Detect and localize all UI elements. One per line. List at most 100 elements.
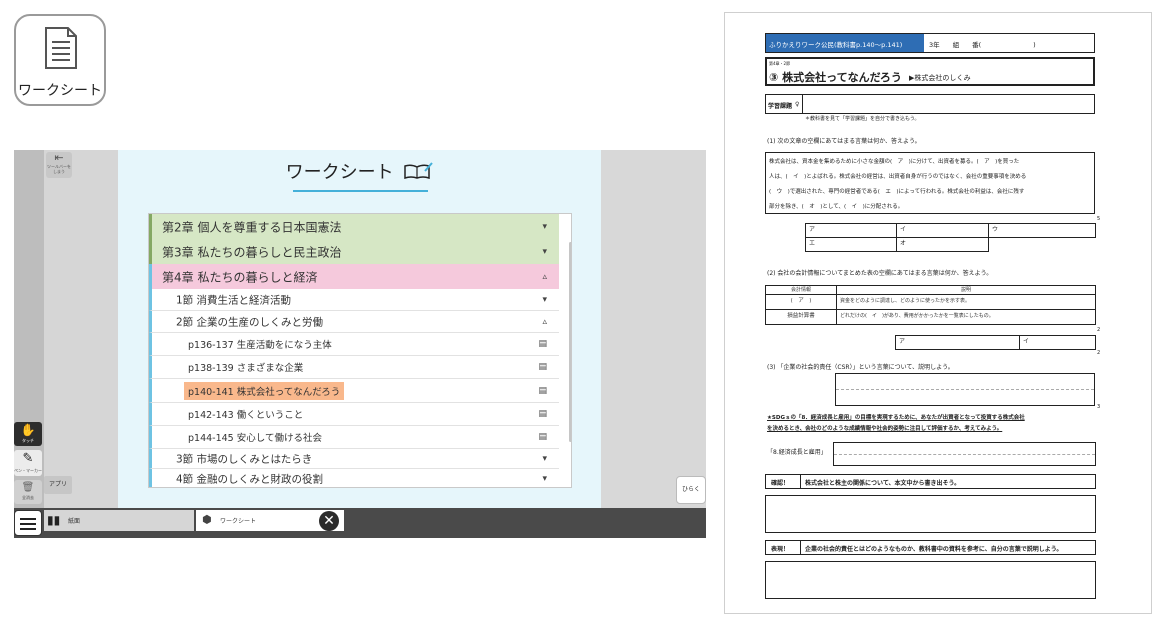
book-icon: ▮▮	[47, 513, 61, 527]
section-row[interactable]: 4節 金融のしくみと財政の役割 ▾	[149, 469, 559, 487]
chevron-down-icon: ▾	[542, 294, 547, 305]
q2-points: 2	[1097, 350, 1101, 356]
chevron-down-icon: ▾	[542, 474, 547, 484]
pen-icon: ✎	[22, 451, 34, 466]
express-answer-box[interactable]	[765, 561, 1096, 599]
sheet-title: ③ 株式会社ってなんだろう	[769, 71, 902, 84]
q3-prompt: (3) 「企業の社会的責任（CSR）」という言葉について、説明しよう。	[767, 364, 954, 371]
chapter-label: 第4章 私たちの暮らしと経済	[162, 270, 318, 284]
menu-button[interactable]	[14, 510, 42, 536]
section-label: 1節 消費生活と経済活動	[176, 294, 292, 306]
section-row[interactable]: 3節 市場のしくみとはたらき ▾	[149, 449, 559, 469]
menu-icon	[20, 518, 36, 520]
apps-button[interactable]: アプリ	[44, 476, 72, 494]
chevron-down-icon: ▾	[542, 246, 547, 257]
q1-points: 5	[1097, 216, 1101, 222]
q1-text-line: 部分を除き、( オ )として、( イ )に分配される。	[769, 204, 904, 210]
clear-all-button[interactable]: 🗑 全消去	[14, 480, 42, 504]
worksheet-icon: ▤	[538, 385, 547, 396]
q1-text-line: 人は、( イ )とよばれる。株式会社の経営は、出資者自身が行うのではなく、会社の…	[769, 174, 1027, 180]
sheet-subtitle: ▶株式会社のしくみ	[909, 74, 971, 82]
collapse-arrow-icon: ⇤	[54, 151, 64, 164]
tool-column	[44, 150, 118, 508]
q2-prompt: (2) 会社の会計情報についてまとめた表の空欄にあてはまる言葉は何か、答えよう。	[767, 270, 993, 277]
box-icon: ⬢	[202, 513, 212, 526]
document-icon	[45, 27, 77, 69]
chapter-row-selected[interactable]: 第4章 私たちの暮らしと経済 ▵	[149, 264, 559, 289]
worksheet-icon: ▤	[538, 362, 547, 372]
chapter-label: 第3章 私たちの暮らしと民主政治	[162, 245, 342, 259]
chevron-down-icon: ▾	[542, 453, 547, 464]
dashed-line	[836, 389, 1094, 390]
open-button[interactable]: ひらく	[676, 476, 706, 504]
table-cell: 資金をどのように調達し、どのように使ったかを示す表。	[836, 294, 1096, 310]
list-scrollbar[interactable]	[569, 242, 571, 442]
q2-points: 2	[1097, 327, 1101, 333]
sdgs-label: 「8.経済成長と雇用」	[767, 449, 827, 456]
touch-tool-button[interactable]: ✋ タッチ	[14, 422, 42, 446]
express-text: 企業の社会的責任とはどのようなものか、教科書中の資料を参考に、自分の言葉で説明し…	[805, 546, 1063, 553]
confirm-text: 株式会社と株主の関係について、本文中から書き出そう。	[805, 480, 961, 487]
table-cell: ( ア )	[765, 294, 837, 310]
q1-prompt: (1) 次の文章の空欄にあてはまる言葉は何か、答えよう。	[767, 138, 921, 145]
task-box	[765, 94, 1095, 114]
close-icon: ✕	[323, 513, 335, 529]
chevron-up-icon: ▵	[542, 316, 547, 327]
page-row[interactable]: p142-143 働くということ ▤	[149, 403, 559, 426]
answer-cell[interactable]: エ	[805, 237, 897, 252]
trash-icon: 🗑	[21, 482, 35, 493]
menu-icon-bar	[20, 523, 36, 525]
page-row-selected[interactable]: p140-141 株式会社ってなんだろう ▤	[149, 379, 559, 403]
confirm-answer-box[interactable]	[765, 495, 1096, 533]
pen-tool-label: ペン・マーカー	[14, 468, 42, 473]
tab-textbook[interactable]: ▮▮ 紙面	[44, 510, 194, 531]
chapter-list: 第2章 個人を尊重する日本国憲法 ▾ 第3章 私たちの暮らしと民主政治 ▾ 第4…	[148, 213, 572, 488]
task-label: 学習課題	[768, 103, 793, 110]
page-row[interactable]: p138-139 さまざまな企業 ▤	[149, 356, 559, 379]
sdgs-prompt: を決めるとき、会社のどのような成績情報や社会的姿勢に注目して評価するか、考えてみ…	[767, 426, 1003, 432]
title-underline	[293, 190, 428, 192]
answer-cell[interactable]: ウ	[988, 223, 1096, 238]
task-note: ＊教科書を見て「学習課題」を自分で書き込もう。	[805, 116, 920, 122]
section-row[interactable]: 2節 企業の生産のしくみと労働 ▵	[149, 311, 559, 333]
page-row[interactable]: p144-145 安心して働ける社会 ▤	[149, 426, 559, 449]
q3-points: 3	[1097, 404, 1101, 410]
chapter-row[interactable]: 第2章 個人を尊重する日本国憲法 ▾	[149, 214, 559, 239]
table-cell: どれだけの( イ )があり、費用がかかったかを一覧表にしたもの。	[836, 309, 1096, 325]
tab-textbook-label: 紙面	[68, 518, 81, 525]
page-label: p136-137 生産活動をになう主体	[188, 340, 332, 351]
page-label-highlighted: p140-141 株式会社ってなんだろう	[184, 381, 345, 400]
section-label: 4節 金融のしくみと財政の役割	[176, 473, 323, 486]
answer-cell[interactable]: イ	[896, 223, 989, 238]
worksheet-app-icon[interactable]: ワークシート	[14, 14, 106, 106]
page-label: p138-139 さまざまな企業	[188, 363, 304, 374]
section-row[interactable]: 1節 消費生活と経済活動 ▾	[149, 289, 559, 311]
confirm-label: 確認！	[771, 480, 790, 487]
close-tab-button[interactable]: ✕	[319, 511, 339, 531]
lightbulb-icon: ♀	[795, 101, 800, 108]
page-row[interactable]: p136-137 生産活動をになう主体 ▤	[149, 333, 559, 356]
worksheet-title-text: ワークシート	[285, 162, 394, 183]
page-label: p142-143 働くということ	[188, 410, 304, 421]
app-icon-label: ワークシート	[18, 83, 102, 99]
tab-worksheet-label: ワークシート	[220, 518, 257, 525]
right-column	[601, 150, 706, 508]
sdgs-prompt: ★SDGｓの「8．経済成長と雇用」の目標を実現するために、あなたが出資者となって…	[767, 415, 1025, 421]
answer-cell[interactable]: ア	[805, 223, 897, 238]
q1-text-line: 株式会社は、資本金を集めるために小さな金額の( ア )に分けて、出資者を募る。(…	[769, 159, 1020, 165]
toolbar-hide-button[interactable]: ⇤ ツールバーをしまう	[46, 152, 72, 178]
page-label: p144-145 安心して働ける社会	[188, 433, 322, 444]
menu-icon-bar	[20, 528, 36, 530]
section-label: 2節 企業の生産のしくみと労働	[176, 316, 323, 328]
answer-cell[interactable]: ア	[895, 335, 1020, 350]
answer-cell[interactable]: オ	[896, 237, 989, 252]
chapter-row[interactable]: 第3章 私たちの暮らしと民主政治 ▾	[149, 239, 559, 264]
chevron-down-icon: ▾	[542, 221, 547, 232]
worksheet-paper: ふりかえりワーク公民(教科書p.140〜p.141) 3年 組 番( ) 第4章…	[724, 12, 1152, 614]
chevron-up-icon: ▵	[542, 271, 547, 282]
worksheet-icon: ▤	[538, 339, 547, 349]
answer-cell[interactable]: イ	[1019, 335, 1096, 350]
pen-tool-button[interactable]: ✎ ペン・マーカー	[14, 450, 42, 476]
chapter-small: 第4章・2節	[769, 61, 791, 66]
clear-all-label: 全消去	[22, 495, 34, 500]
